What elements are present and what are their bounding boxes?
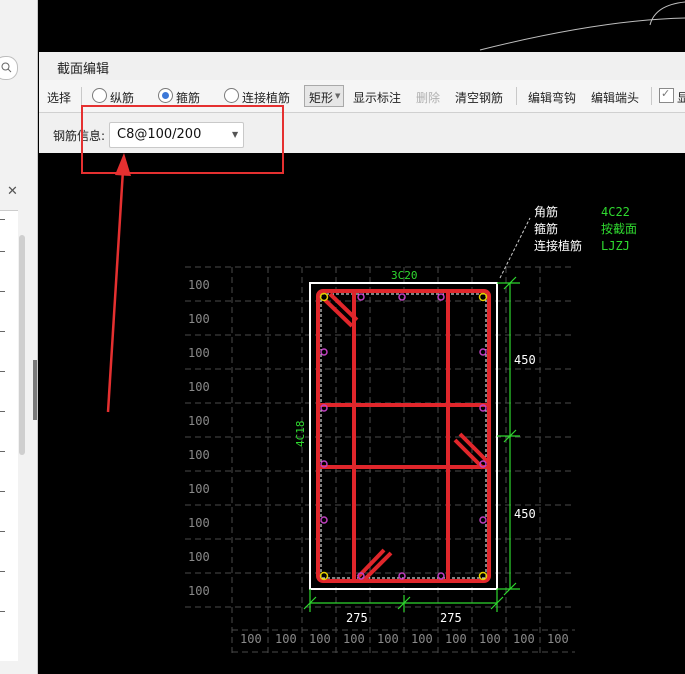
grid-tick-label: 100 <box>188 380 210 394</box>
grid-tick-label: 100 <box>479 632 501 646</box>
grid-tick-label: 100 <box>188 312 210 326</box>
grid-tick-label: 100 <box>188 414 210 428</box>
leader-line <box>499 217 531 279</box>
dim-height-1: 450 <box>514 353 536 367</box>
grid-tick-labels: 100 100 100 100 100 100 100 100 100 100 … <box>188 278 569 646</box>
top-bars-label: 3C20 <box>391 269 418 282</box>
corner-bar <box>319 292 329 302</box>
side-bar <box>479 516 487 524</box>
corner-bar-value: 4C22 <box>601 205 630 219</box>
top-bar <box>437 293 445 301</box>
stirrup-annot-value: 按截面 <box>601 222 637 236</box>
anchor-annot-value: LJZJ <box>601 239 630 253</box>
grid-tick-label: 100 <box>377 632 399 646</box>
grid-tick-label: 100 <box>240 632 262 646</box>
bottom-bar <box>437 572 445 580</box>
grid-tick-label: 100 <box>188 482 210 496</box>
dim-height-2: 450 <box>514 507 536 521</box>
side-bars-label: 4C18 <box>294 421 307 448</box>
grid-tick-label: 100 <box>513 632 535 646</box>
stirrup-annot-label: 箍筋 <box>534 221 558 236</box>
grid-tick-label: 100 <box>445 632 467 646</box>
side-bar <box>320 516 328 524</box>
grid-tick-label: 100 <box>188 448 210 462</box>
grid-tick-label: 100 <box>188 584 210 598</box>
grid-tick-label: 100 <box>309 632 331 646</box>
corner-bar <box>478 292 488 302</box>
annotation-legend: 角筋 4C22 箍筋 按截面 连接植筋 LJZJ <box>534 204 637 253</box>
side-bar <box>320 348 328 356</box>
dim-width-2: 275 <box>440 611 462 625</box>
grid-tick-label: 100 <box>275 632 297 646</box>
side-bar <box>479 348 487 356</box>
grid-tick-label: 100 <box>188 550 210 564</box>
grid-tick-label: 100 <box>547 632 569 646</box>
anchor-annot-label: 连接植筋 <box>534 238 582 253</box>
corner-bar-label: 角筋 <box>534 204 558 219</box>
arrow-annotation <box>106 153 131 413</box>
section-drawing[interactable]: 100 100 100 100 100 100 100 100 100 100 … <box>0 0 685 674</box>
grid-lines <box>185 266 575 655</box>
grid-tick-label: 100 <box>188 278 210 292</box>
dim-width-1: 275 <box>346 611 368 625</box>
highlight-box <box>81 105 284 174</box>
grid-tick-label: 100 <box>188 516 210 530</box>
top-bar <box>357 293 365 301</box>
grid-tick-label: 100 <box>343 632 365 646</box>
grid-tick-label: 100 <box>188 346 210 360</box>
grid-tick-label: 100 <box>411 632 433 646</box>
